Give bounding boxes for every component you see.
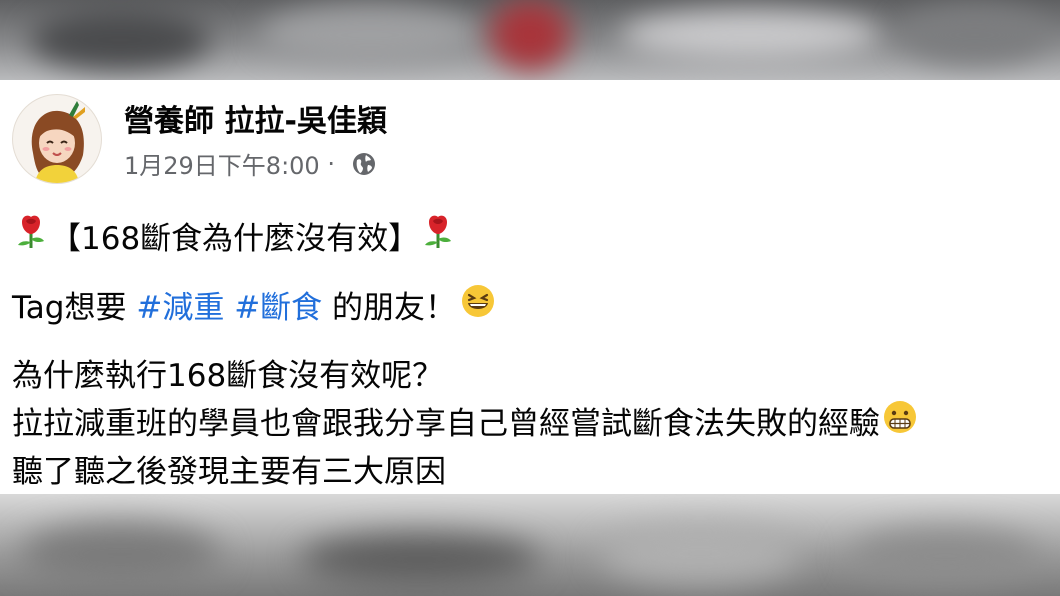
post-meta: 1月29日下午8:00 · <box>124 146 377 181</box>
tag-line-prefix: Tag想要 <box>12 290 137 326</box>
grimacing-face-emoji <box>882 399 918 443</box>
grinning-squinting-face-emoji <box>460 283 496 327</box>
globe-icon[interactable] <box>351 151 377 177</box>
post-timestamp[interactable]: 1月29日下午8:00 <box>124 146 320 181</box>
post-title-line: 【168斷食為什麼沒有效】 <box>12 212 457 258</box>
body-line-2: 拉拉減重班的學員也會跟我分享自己曾經嘗試斷食法失敗的經驗 <box>12 398 918 443</box>
meta-separator: · <box>319 149 343 178</box>
body-line-1-text: 為什麼執行168斷食沒有效呢？ <box>12 358 444 394</box>
tag-line: Tag想要 #減重 #斷食 的朋友！ <box>12 282 496 327</box>
body-line-1: 為什麼執行168斷食沒有效呢？ <box>12 350 443 395</box>
tag-line-space <box>224 287 234 323</box>
body-line-3-text: 聽了聽之後發現主要有三大原因 <box>12 454 446 490</box>
author-name[interactable]: 營養師 拉拉-吳佳穎 <box>124 96 387 140</box>
facebook-post: 營養師 拉拉-吳佳穎 1月29日下午8:00 · 【168斷食為什麼沒有效】 T… <box>0 80 1060 494</box>
blurred-background-top <box>0 0 1060 80</box>
avatar[interactable] <box>12 94 102 184</box>
tag-line-suffix: 的朋友！ <box>322 290 457 326</box>
avatar-illustration <box>31 101 85 183</box>
body-line-3: 聽了聽之後發現主要有三大原因 <box>12 446 446 491</box>
rose-emoji <box>12 212 50 258</box>
hashtag-jianzhong[interactable]: #減重 <box>136 282 224 327</box>
rose-emoji <box>419 212 457 258</box>
body-line-2-text: 拉拉減重班的學員也會跟我分享自己曾經嘗試斷食法失敗的經驗 <box>12 406 880 442</box>
post-title-text: 【168斷食為什麼沒有效】 <box>50 220 420 257</box>
hashtag-duanshi[interactable]: #斷食 <box>234 282 322 327</box>
blurred-background-bottom <box>0 494 1060 596</box>
